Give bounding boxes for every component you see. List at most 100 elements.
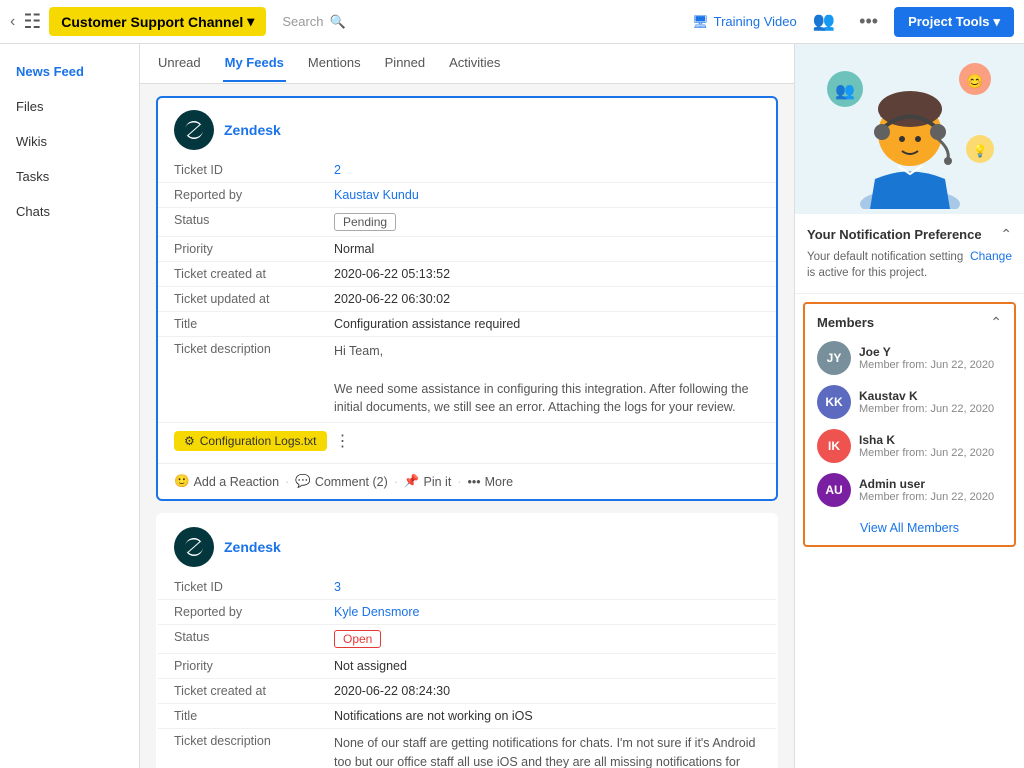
- sidebar-item-tasks[interactable]: Tasks: [0, 159, 139, 194]
- table-row: Ticket description None of our staff are…: [158, 729, 776, 768]
- comment-button-1[interactable]: 💬 Comment (2): [295, 474, 388, 489]
- svg-text:👥: 👥: [835, 83, 855, 100]
- post-header-1: Zendesk: [158, 98, 776, 158]
- notification-header: Your Notification Preference ⌃: [807, 226, 1012, 243]
- react-icon-1: 🙂: [174, 474, 190, 489]
- field-label: Priority: [158, 654, 318, 679]
- reported-by-link-1[interactable]: Kaustav Kundu: [334, 188, 419, 202]
- sep-1: ·: [285, 475, 289, 489]
- member-since-1: Member from: Jun 22, 2020: [859, 403, 994, 415]
- apps-icon[interactable]: ☷: [23, 9, 41, 34]
- field-label: Ticket ID: [158, 575, 318, 600]
- ticket-table-2: Ticket ID 3 Reported by Kyle Densmore St…: [158, 575, 776, 768]
- table-row: Reported by Kaustav Kundu: [158, 183, 776, 208]
- members-section: Members ⌃ JY Joe Y Member from: Jun 22, …: [803, 302, 1016, 547]
- project-tools-button[interactable]: Project Tools ▾: [894, 7, 1014, 37]
- pin-label-1: Pin it: [424, 475, 452, 489]
- tabs-bar: Unread My Feeds Mentions Pinned Activiti…: [140, 44, 794, 84]
- training-video-label: Training Video: [714, 14, 797, 29]
- channel-button[interactable]: Customer Support Channel ▾: [49, 7, 266, 36]
- field-value: 2020-06-22 05:13:52: [318, 262, 776, 287]
- attachment-icon: ⚙: [184, 434, 195, 448]
- member-avatar-3: AU: [817, 473, 851, 507]
- more-label-1: More: [485, 475, 513, 489]
- search-area[interactable]: Search 🔍: [282, 14, 345, 30]
- tab-pinned[interactable]: Pinned: [383, 45, 427, 82]
- reported-by-link-2[interactable]: Kyle Densmore: [334, 605, 419, 619]
- table-row: Ticket description Hi Team,We need some …: [158, 337, 776, 423]
- field-value: Not assigned: [318, 654, 776, 679]
- ticket-table-1: Ticket ID 2 Reported by Kaustav Kundu St…: [158, 158, 776, 423]
- status-badge-2: Open: [334, 630, 381, 648]
- notification-title: Your Notification Preference: [807, 227, 982, 242]
- notification-collapse-button[interactable]: ⌃: [1000, 226, 1012, 243]
- more-options-button[interactable]: •••: [851, 7, 886, 36]
- table-row: Reported by Kyle Densmore: [158, 600, 776, 625]
- sidebar-item-chats[interactable]: Chats: [0, 194, 139, 229]
- files-label: Files: [16, 99, 43, 114]
- field-label: Priority: [158, 237, 318, 262]
- field-value: 2020-06-22 08:24:30: [318, 679, 776, 704]
- table-row: Ticket ID 2: [158, 158, 776, 183]
- svg-text:💡: 💡: [972, 144, 987, 158]
- table-row: Ticket ID 3: [158, 575, 776, 600]
- tab-activities[interactable]: Activities: [447, 45, 502, 82]
- post-service-2[interactable]: Zendesk: [224, 539, 281, 555]
- member-since-2: Member from: Jun 22, 2020: [859, 447, 994, 459]
- post-header-2: Zendesk: [158, 515, 776, 575]
- member-info-0: Joe Y Member from: Jun 22, 2020: [859, 345, 994, 371]
- member-name-0: Joe Y: [859, 345, 994, 359]
- share-button[interactable]: 👥: [805, 7, 843, 36]
- tab-my-feeds[interactable]: My Feeds: [223, 45, 286, 82]
- ticket-id-link-2[interactable]: 3: [334, 580, 341, 594]
- agent-illustration-area: 👥 😊 💡: [795, 44, 1024, 214]
- more-dots-icon-1: •••: [467, 475, 480, 489]
- ticket-description-1: Hi Team,We need some assistance in confi…: [334, 342, 760, 417]
- back-button[interactable]: ‹: [10, 13, 15, 31]
- members-header: Members ⌃: [817, 314, 1002, 331]
- member-name-3: Admin user: [859, 477, 994, 491]
- notification-body: Your default notification setting is act…: [807, 249, 1012, 281]
- member-name-1: Kaustav K: [859, 389, 994, 403]
- members-title: Members: [817, 315, 874, 330]
- pin-button-1[interactable]: 📌 Pin it: [404, 474, 451, 489]
- post-card-1: Zendesk Ticket ID 2 Reported by Kaustav …: [156, 96, 778, 501]
- react-button-1[interactable]: 🙂 Add a Reaction: [174, 474, 279, 489]
- sidebar: News Feed Files Wikis Tasks Chats: [0, 44, 140, 768]
- field-label: Ticket created at: [158, 262, 318, 287]
- field-label: Status: [158, 208, 318, 237]
- pin-icon-1: 📌: [404, 474, 420, 489]
- members-collapse-button[interactable]: ⌃: [990, 314, 1002, 331]
- chats-label: Chats: [16, 204, 50, 219]
- table-row: Title Notifications are not working on i…: [158, 704, 776, 729]
- field-label: Title: [158, 704, 318, 729]
- field-value: Kaustav Kundu: [318, 183, 776, 208]
- training-video-link[interactable]: 🖥 Training Video: [692, 14, 797, 30]
- more-button-1[interactable]: ••• More: [467, 475, 513, 489]
- search-label: Search: [282, 14, 323, 29]
- ticket-id-link-1[interactable]: 2: [334, 163, 341, 177]
- sidebar-item-wikis[interactable]: Wikis: [0, 124, 139, 159]
- attachment-more-icon[interactable]: ⋮: [335, 431, 351, 451]
- attachment-chip-1[interactable]: ⚙ Configuration Logs.txt: [174, 431, 327, 451]
- tab-unread[interactable]: Unread: [156, 45, 203, 82]
- change-link[interactable]: Change: [970, 249, 1012, 263]
- react-label-1: Add a Reaction: [194, 475, 279, 489]
- table-row: Title Configuration assistance required: [158, 312, 776, 337]
- tab-mentions[interactable]: Mentions: [306, 45, 363, 82]
- sidebar-item-news-feed[interactable]: News Feed: [0, 54, 139, 89]
- comment-label-1: Comment (2): [315, 475, 388, 489]
- field-value: Pending: [318, 208, 776, 237]
- member-since-0: Member from: Jun 22, 2020: [859, 359, 994, 371]
- table-row: Ticket created at 2020-06-22 05:13:52: [158, 262, 776, 287]
- field-value: None of our staff are getting notificati…: [318, 729, 776, 768]
- post-service-1[interactable]: Zendesk: [224, 122, 281, 138]
- member-item-0: JY Joe Y Member from: Jun 22, 2020: [817, 341, 1002, 375]
- tasks-label: Tasks: [16, 169, 49, 184]
- view-all-members-link[interactable]: View All Members: [817, 517, 1002, 535]
- status-badge-1: Pending: [334, 213, 396, 231]
- sidebar-item-files[interactable]: Files: [0, 89, 139, 124]
- attachment-name-1: Configuration Logs.txt: [200, 434, 317, 448]
- notification-description: Your default notification setting is act…: [807, 249, 964, 281]
- table-row: Priority Normal: [158, 237, 776, 262]
